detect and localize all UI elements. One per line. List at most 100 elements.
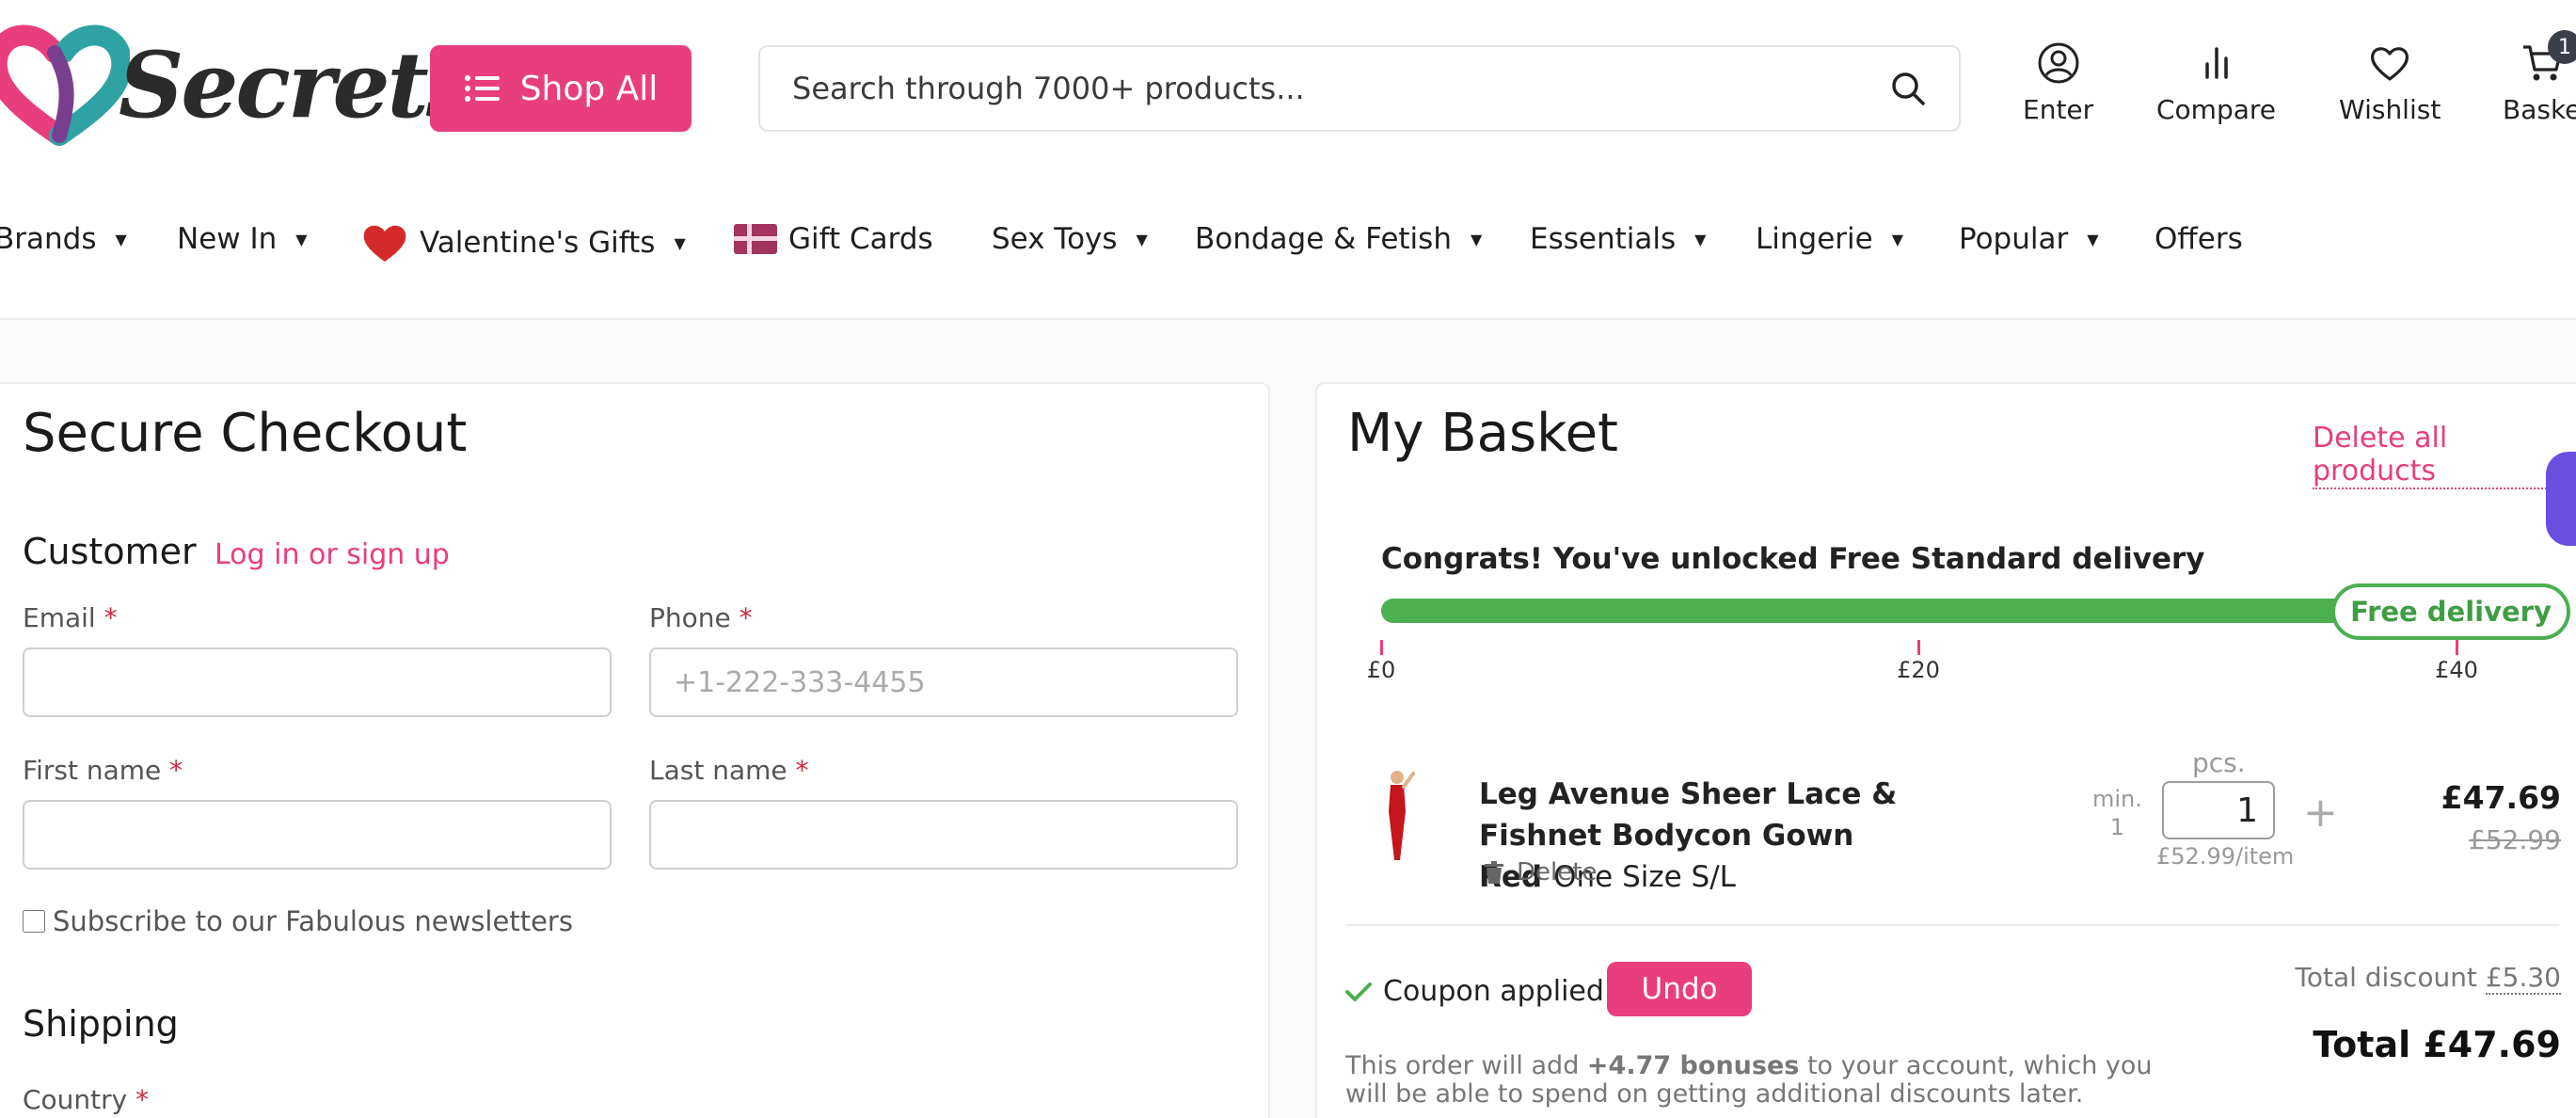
nav-new-in[interactable]: New In ▼ (177, 222, 308, 256)
min-label: min. (2092, 786, 2142, 812)
caret-down-icon: ▼ (1470, 230, 1483, 248)
progress-tick (1917, 640, 1920, 655)
item-old-price: £52.99 (2469, 824, 2561, 855)
progress-tick-label: £20 (1897, 657, 1940, 683)
phone-field[interactable] (649, 647, 1238, 717)
heart-icon (2371, 47, 2409, 81)
login-link[interactable]: Log in or sign up (215, 538, 450, 571)
progress-tick-label: £40 (2435, 657, 2478, 683)
caret-down-icon: ▼ (2087, 230, 2099, 248)
nav-essentials[interactable]: Essentials ▼ (1530, 222, 1706, 256)
total-discount-value: £5.30 (2485, 962, 2561, 995)
shop-all-button[interactable]: Shop All (430, 45, 692, 132)
delete-all-link[interactable]: Delete all products (2313, 422, 2576, 489)
nav-popular[interactable]: Popular ▼ (1959, 222, 2099, 256)
gift-card-icon (734, 224, 777, 254)
search-bar (758, 45, 1961, 132)
bonus-amount: +4.77 bonuses (1586, 1051, 1800, 1080)
pcs-label: pcs. (2192, 747, 2246, 778)
per-item-price: £52.99/item (2156, 843, 2295, 870)
cart-count-badge: 1 (2548, 30, 2576, 64)
nav-new-in-label: New In (177, 222, 278, 256)
nav-lingerie-label: Lingerie (1756, 222, 1873, 256)
free-delivery-badge: Free delivery (2331, 583, 2570, 640)
nav-lingerie[interactable]: Lingerie ▼ (1756, 222, 1903, 256)
order-total: Total £47.69 (2313, 1024, 2561, 1065)
bar-chart-icon (2204, 47, 2228, 79)
chat-widget-button[interactable] (2546, 452, 2576, 546)
trash-icon (1485, 861, 1503, 884)
caret-down-icon: ▼ (1891, 230, 1904, 248)
product-thumbnail[interactable] (1372, 768, 1424, 864)
enter-link[interactable]: Enter (2023, 41, 2093, 125)
nav-gift-cards[interactable]: Gift Cards (734, 222, 933, 256)
progress-tick (2456, 640, 2458, 655)
email-field[interactable] (23, 647, 612, 717)
total-discount: Total discount £5.30 (2295, 962, 2561, 995)
caret-down-icon: ▼ (1136, 230, 1148, 248)
last-name-field[interactable] (649, 800, 1238, 870)
phone-label: Phone * (649, 602, 753, 633)
newsletter-checkbox[interactable] (23, 910, 45, 933)
customer-heading: Customer (23, 531, 197, 572)
compare-label: Compare (2156, 94, 2277, 125)
undo-coupon-button[interactable]: Undo (1607, 962, 1752, 1016)
item-price: £47.69 (2441, 779, 2561, 816)
country-label: Country * (23, 1084, 149, 1115)
progress-tick (1380, 640, 1383, 655)
nav-valentines-label: Valentine's Gifts (420, 226, 656, 260)
coupon-label: Coupon applied (1383, 975, 1604, 1008)
first-name-label: First name * (23, 755, 183, 786)
first-name-field[interactable] (23, 800, 612, 870)
nav-offers[interactable]: Offers (2155, 222, 2243, 256)
red-heart-icon (363, 225, 406, 262)
min-value: 1 (2109, 814, 2125, 840)
quantity-plus-button[interactable]: + (2303, 789, 2338, 837)
nav-offers-label: Offers (2155, 222, 2243, 256)
bonus-prefix: This order will add (1345, 1051, 1580, 1080)
bonus-note: This order will add +4.77 bonuses to you… (1345, 1052, 2173, 1109)
nav-sex-toys[interactable]: Sex Toys ▼ (992, 222, 1148, 256)
min-quantity-note: min. 1 (2092, 785, 2142, 841)
caret-down-icon: ▼ (674, 233, 686, 252)
email-label: Email * (23, 602, 118, 633)
item-delete-label: Delete (1517, 858, 1598, 886)
nav-bondage[interactable]: Bondage & Fetish ▼ (1195, 222, 1482, 256)
compare-link[interactable]: Compare (2156, 41, 2276, 125)
email-label-text: Email (23, 602, 96, 633)
wishlist-label: Wishlist (2339, 94, 2441, 125)
checkout-title: Secure Checkout (23, 403, 468, 464)
search-input[interactable] (792, 71, 1889, 106)
item-delete-button[interactable]: Delete (1485, 858, 1597, 886)
basket-separator (1345, 924, 2559, 926)
nav-brands[interactable]: Brands ▼ (0, 222, 127, 256)
customer-heading-text: Customer (23, 531, 197, 572)
secrets-logo[interactable]: Secrets (0, 24, 477, 147)
quantity-input[interactable] (2162, 781, 2275, 839)
main-nav: Brands ▼ New In ▼ Valentine's Gifts ▼ Gift … (0, 205, 2576, 284)
required-mark: * (103, 602, 118, 633)
required-mark: * (739, 602, 753, 633)
first-name-label-text: First name (23, 755, 162, 786)
newsletter-option[interactable]: Subscribe to our Fabulous newsletters (23, 905, 573, 937)
shipping-heading: Shipping (23, 1003, 179, 1045)
wishlist-link[interactable]: Wishlist (2339, 41, 2441, 125)
nav-bondage-label: Bondage & Fetish (1195, 222, 1452, 256)
nav-popular-label: Popular (1959, 222, 2069, 256)
search-icon[interactable] (1889, 70, 1927, 107)
nav-essentials-label: Essentials (1530, 222, 1677, 256)
last-name-label: Last name * (649, 755, 809, 786)
last-name-label-text: Last name (649, 755, 787, 786)
caret-down-icon: ▼ (1694, 230, 1707, 248)
heart-logo-icon (0, 24, 130, 146)
nav-sex-toys-label: Sex Toys (992, 222, 1118, 256)
free-delivery-message: Congrats! You've unlocked Free Standard … (1381, 542, 2205, 576)
country-label-text: Country (23, 1084, 128, 1115)
newsletter-label: Subscribe to our Fabulous newsletters (53, 905, 573, 937)
progress-tick-label: £0 (1366, 657, 1396, 683)
basket-label: Baske (2503, 94, 2576, 125)
required-mark: * (169, 755, 183, 786)
caret-down-icon: ▼ (295, 230, 308, 248)
nav-valentines[interactable]: Valentine's Gifts ▼ (361, 222, 686, 264)
user-icon (2038, 42, 2079, 84)
